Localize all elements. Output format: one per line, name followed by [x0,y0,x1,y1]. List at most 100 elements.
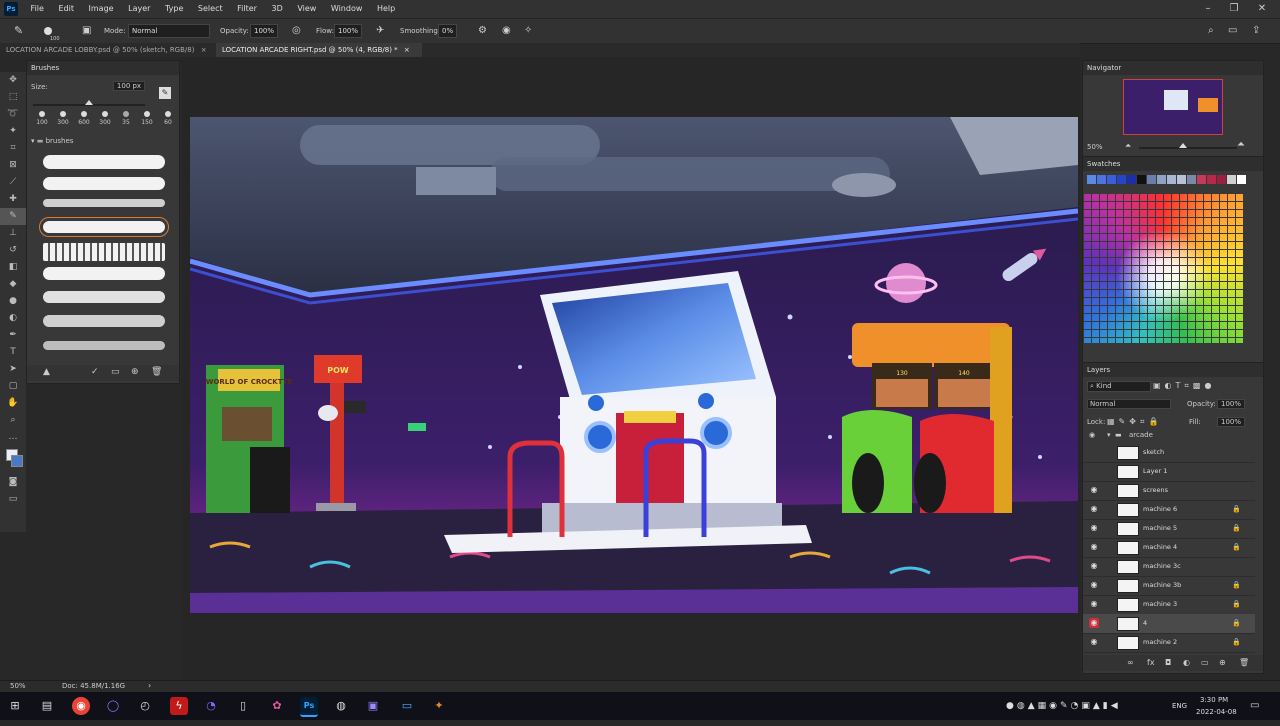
new-preset-icon[interactable]: ⊕ [131,367,139,377]
swatch-color[interactable] [1217,175,1226,184]
tab-arcade-lobby[interactable]: LOCATION ARCADE LOBBY.psd @ 50% (sketch,… [0,43,218,57]
shape-tool-icon[interactable]: ▢ [0,378,26,395]
layer-group-arcade[interactable]: ◉ ▾ ▬ arcade [1083,431,1255,441]
kind-filter[interactable]: ⌕ Kind [1087,381,1151,392]
layer-row[interactable]: ◉ machine 3 🔒 [1083,595,1255,615]
fill-field[interactable]: 100% [1217,417,1245,427]
share-icon[interactable]: ⇪ [1252,19,1260,43]
flow-field[interactable]: 100% [334,19,363,43]
app-window-icon[interactable]: ▭ [398,697,416,715]
brush-stroke-item[interactable] [43,267,165,280]
smoothing-field[interactable]: 0% [438,19,458,43]
layer-row[interactable]: ◉ screens [1083,481,1255,501]
notifications-icon[interactable]: ▭ [1250,692,1259,720]
stamp-tool-icon[interactable]: ⊥ [0,225,26,242]
eye-icon[interactable]: ◉ [1089,542,1099,552]
swatch-color[interactable] [1147,175,1156,184]
crop-tool-icon[interactable]: ⌗ [0,140,26,157]
folder-icon[interactable]: ▭ [111,367,120,377]
swatch-color[interactable] [1197,175,1206,184]
preset-1[interactable]: 100 [33,111,51,126]
color-swatches[interactable] [0,446,26,474]
menu-filter[interactable]: Filter [231,0,263,18]
app-circle-icon[interactable]: ◯ [104,697,122,715]
file-icon[interactable]: ▯ [234,697,252,715]
workspace-icon[interactable]: ▭ [1228,19,1237,43]
menu-view[interactable]: View [291,0,322,18]
eye-icon[interactable]: ◉ [1089,504,1099,514]
preset-6[interactable]: 150 [138,111,156,126]
preset-4[interactable]: 300 [96,111,114,126]
lock-icons[interactable]: ▦✎✥⌗🔒 [1107,417,1162,427]
status-zoom[interactable]: 50% [10,682,26,690]
navigator-zoom[interactable]: 50% [1087,143,1103,151]
swatch-color[interactable] [1157,175,1166,184]
menu-3d[interactable]: 3D [266,0,289,18]
menu-window[interactable]: Window [325,0,369,18]
eye-icon[interactable]: ◉ [1089,561,1099,571]
type-tool-icon[interactable]: T [0,344,26,361]
color-grid[interactable] [1083,193,1243,343]
layer-filter-icons[interactable]: ▣◐T⌗▩● [1153,381,1215,391]
brush-stroke-item[interactable] [43,243,165,261]
task-view-icon[interactable]: ▤ [38,697,56,715]
smoothing-gear-icon[interactable]: ⚙ [478,19,487,43]
pen-tool-icon[interactable]: ✒ [0,327,26,344]
blend-mode-dropdown[interactable]: Normal [1087,399,1171,409]
layer-row[interactable]: ◉ machine 6 🔒 [1083,500,1255,520]
eye-icon[interactable]: ◉ [1089,431,1095,439]
fx-icon[interactable]: fx [1147,658,1155,667]
brush-stroke-item-selected[interactable] [39,217,169,237]
preset-2[interactable]: 300 [54,111,72,126]
trash-icon[interactable]: 🗑 [1239,658,1249,667]
swatch-color[interactable] [1177,175,1186,184]
app-clock-icon[interactable]: ◴ [136,697,154,715]
layer-row[interactable]: sketch [1083,443,1255,463]
lasso-tool-icon[interactable]: ➰ [0,106,26,123]
app-lightning-icon[interactable]: ϟ [170,697,188,715]
app-chat-icon[interactable]: ◔ [202,697,220,715]
arcade-artwork[interactable]: WORLD OF CROCKTTE POW 130 140 [190,117,1078,613]
app-image-icon[interactable]: ▣ [364,697,382,715]
swatch-color[interactable] [1087,175,1096,184]
paint-bucket-tool-icon[interactable]: ◆ [0,276,26,293]
group-folder-icon[interactable]: ▭ [1201,658,1209,667]
frame-tool-icon[interactable]: ⊠ [0,157,26,174]
screen-mode-icon[interactable]: ▭ [0,491,26,508]
eye-icon[interactable]: ◉ [1089,599,1099,609]
size-slider[interactable] [33,100,145,106]
swatch-color[interactable] [1097,175,1106,184]
preset-7[interactable]: 60 [159,111,177,126]
app-globe-icon[interactable]: ◍ [332,697,350,715]
taskbar-date[interactable]: 2022-04-08 [1196,698,1237,726]
restore-button[interactable]: ❐ [1222,0,1246,18]
size-slider-handle[interactable] [85,100,93,105]
eye-icon[interactable]: ◉ [1089,618,1099,628]
menu-layer[interactable]: Layer [122,0,156,18]
brush-preset-picker[interactable]: 100 [44,19,60,43]
layer-row[interactable]: Layer 1 [1083,462,1255,482]
brush-stroke-item[interactable] [43,199,165,207]
status-menu-arrow[interactable]: › [148,681,151,690]
preset-3[interactable]: 600 [75,111,93,126]
move-tool-icon[interactable]: ✥ [0,72,26,89]
eyedropper-tool-icon[interactable]: ⟋ [0,174,26,191]
mask-icon[interactable]: ◘ [1165,658,1171,667]
layer-row[interactable]: ◉ machine 4 🔒 [1083,538,1255,558]
marquee-tool-icon[interactable]: ⬚ [0,89,26,106]
swatch-color[interactable] [1227,175,1236,184]
brush-size-field[interactable]: 100 px [113,81,145,91]
new-brush-icon[interactable]: ✎ [159,87,171,99]
swatch-color[interactable] [1237,175,1246,184]
quick-mask-icon[interactable]: ◙ [0,474,26,491]
size-toggle-icon[interactable]: ▲ [43,367,50,377]
layer-row[interactable]: ◉ machine 3b 🔒 [1083,576,1255,596]
zoom-tool-icon[interactable]: ⌕ [0,412,26,429]
airbrush-icon[interactable]: ✈ [376,19,384,43]
eraser-tool-icon[interactable]: ◧ [0,259,26,276]
symmetry-icon[interactable]: ✧ [524,19,532,43]
layer-row[interactable]: ◉ machine 2 🔒 [1083,633,1255,653]
layer-opacity-field[interactable]: 100% [1217,399,1245,409]
swatch-color[interactable] [1107,175,1116,184]
adjustment-icon[interactable]: ◐ [1183,658,1190,667]
